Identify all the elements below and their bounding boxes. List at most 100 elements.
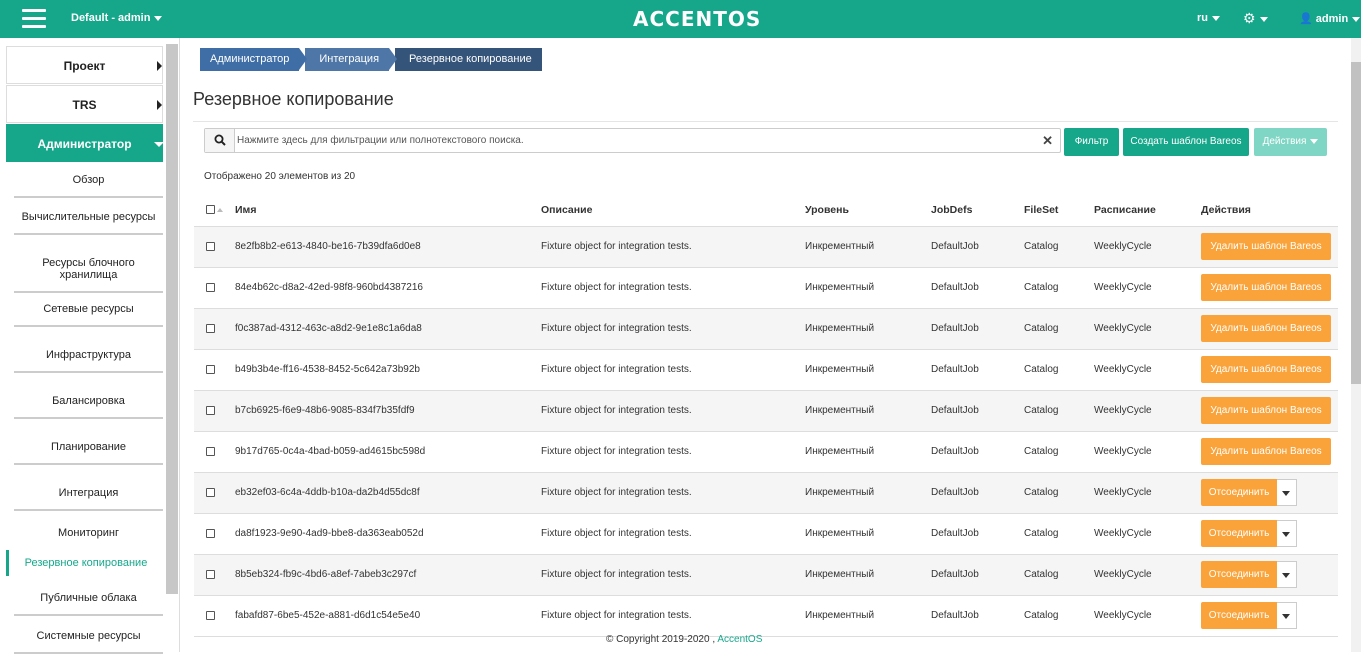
create-bareos-template-button[interactable]: Создать шаблон Bareos <box>1123 128 1249 156</box>
sidebar-scrollbar[interactable] <box>166 44 178 594</box>
cell-name: 9b17d765-0c4a-4bad-b059-ad4615bc598d <box>235 431 541 473</box>
divider <box>193 121 1338 122</box>
sidebar-section-project[interactable]: Проект <box>6 46 163 84</box>
main-scrollbar-thumb[interactable] <box>1351 62 1361 384</box>
sidebar-section-admin[interactable]: Администратор <box>6 124 164 162</box>
chevron-right-icon <box>157 61 162 71</box>
row-checkbox[interactable] <box>206 241 215 251</box>
sidebar-item-overview[interactable]: Обзор <box>14 174 163 198</box>
detach-button[interactable]: Отсоединить <box>1201 602 1277 629</box>
cell-level: Инкрементный <box>805 554 931 596</box>
sidebar-item-monitoring[interactable]: Мониторинг <box>14 527 163 549</box>
column-header-schedule[interactable]: Расписание <box>1094 194 1201 227</box>
row-checkbox[interactable] <box>206 446 215 456</box>
row-select-cell <box>194 472 235 514</box>
row-select-cell <box>194 267 235 309</box>
row-select-cell <box>194 349 235 391</box>
cell-schedule: WeeklyCycle <box>1094 226 1201 268</box>
gear-icon: ⚙ <box>1243 10 1256 26</box>
row-actions-dropdown[interactable] <box>1277 602 1297 629</box>
cell-actions: Удалить шаблон Bareos <box>1201 390 1338 432</box>
delete-bareos-template-button[interactable]: Удалить шаблон Bareos <box>1201 233 1331 260</box>
delete-bareos-template-button[interactable]: Удалить шаблон Bareos <box>1201 397 1331 424</box>
table-row: da8f1923-9e90-4ad9-bbe8-da363eab052d Fixt… <box>194 513 1338 555</box>
row-checkbox[interactable] <box>206 610 215 620</box>
cell-schedule: WeeklyCycle <box>1094 390 1201 432</box>
column-header-level[interactable]: Уровень <box>805 194 931 227</box>
actions-dropdown-button[interactable]: Действия <box>1254 128 1327 156</box>
delete-bareos-template-button[interactable]: Удалить шаблон Bareos <box>1201 274 1331 301</box>
sidebar-item-planning[interactable]: Планирование <box>14 441 163 465</box>
row-checkbox[interactable] <box>206 364 215 374</box>
sidebar-item-infrastructure[interactable]: Инфраструктура <box>14 349 163 373</box>
project-selector[interactable]: Default - admin <box>71 12 163 24</box>
cell-level: Инкрементный <box>805 349 931 391</box>
cell-actions: Отсоединить <box>1201 595 1338 637</box>
column-header-fileset[interactable]: FileSet <box>1024 194 1094 227</box>
cell-description: Fixture object for integration tests. <box>541 513 805 555</box>
detach-button[interactable]: Отсоединить <box>1201 479 1277 506</box>
delete-bareos-template-button[interactable]: Удалить шаблон Bareos <box>1201 356 1331 383</box>
row-actions-dropdown[interactable] <box>1277 520 1297 547</box>
row-checkbox[interactable] <box>206 323 215 333</box>
cell-level: Инкрементный <box>805 390 931 432</box>
sidebar-item-public-clouds[interactable]: Публичные облака <box>14 592 163 616</box>
settings-menu[interactable]: ⚙ <box>1243 10 1268 27</box>
sidebar-section-trs[interactable]: TRS <box>6 85 163 123</box>
sidebar-item-network[interactable]: Сетевые ресурсы <box>14 303 163 327</box>
row-select-cell <box>194 308 235 350</box>
project-selector-label: Default - admin <box>71 12 151 24</box>
table-row: b49b3b4e-ff16-4538-8452-5c642a73b92b Fixt… <box>194 349 1338 391</box>
sidebar-item-integration[interactable]: Интеграция <box>14 487 163 511</box>
sidebar-item-backup[interactable]: Резервное копирование <box>6 550 163 576</box>
table-row: eb32ef03-6c4a-4ddb-b10a-da2b4d55dc8f Fixt… <box>194 472 1338 514</box>
cell-description: Fixture object for integration tests. <box>541 349 805 391</box>
cell-name: 84e4b62c-d8a2-42ed-98f8-960bd4387216 <box>235 267 541 309</box>
menu-toggle-icon[interactable] <box>22 9 46 29</box>
search-button[interactable] <box>205 129 235 152</box>
row-select-cell <box>194 431 235 473</box>
row-checkbox[interactable] <box>206 405 215 415</box>
sidebar-item-block-storage[interactable]: Ресурсы блочного хранилища <box>14 257 163 293</box>
user-menu[interactable]: 👤 admin <box>1299 12 1361 25</box>
cell-jobdefs: DefaultJob <box>931 349 1024 391</box>
accentos-link[interactable]: AccentOS <box>717 634 762 645</box>
breadcrumb-item[interactable]: Администратор <box>200 48 308 71</box>
cell-actions: Удалить шаблон Bareos <box>1201 308 1338 350</box>
column-header-description[interactable]: Описание <box>541 194 805 227</box>
sidebar-item-compute[interactable]: Вычислительные ресурсы <box>14 211 163 235</box>
logo: ACCENTOS <box>633 7 762 31</box>
cell-fileset: Catalog <box>1024 431 1094 473</box>
filter-button[interactable]: Фильтр <box>1064 128 1119 156</box>
cell-description: Fixture object for integration tests. <box>541 390 805 432</box>
detach-button[interactable]: Отсоединить <box>1201 520 1277 547</box>
sidebar-section-label: Администратор <box>37 137 132 151</box>
chevron-down-icon <box>1212 15 1220 21</box>
row-checkbox[interactable] <box>206 282 215 292</box>
delete-bareos-template-button[interactable]: Удалить шаблон Bareos <box>1201 315 1331 342</box>
column-header-jobdefs[interactable]: JobDefs <box>931 194 1024 227</box>
sidebar-item-balancing[interactable]: Балансировка <box>14 395 163 419</box>
chevron-down-icon <box>1352 16 1361 22</box>
row-checkbox[interactable] <box>206 569 215 579</box>
breadcrumb-item[interactable]: Интеграция <box>305 48 397 71</box>
row-actions-dropdown[interactable] <box>1277 561 1297 588</box>
table-row: 84e4b62c-d8a2-42ed-98f8-960bd4387216 Fixt… <box>194 267 1338 309</box>
search-input[interactable] <box>237 130 1037 151</box>
cell-name: 8b5eb324-fb9c-4bd6-a8ef-7abeb3c297cf <box>235 554 541 596</box>
column-header-name[interactable]: Имя <box>235 194 541 227</box>
cell-fileset: Catalog <box>1024 226 1094 268</box>
row-checkbox[interactable] <box>206 528 215 538</box>
cell-fileset: Catalog <box>1024 267 1094 309</box>
row-checkbox[interactable] <box>206 487 215 497</box>
row-actions-dropdown[interactable] <box>1277 479 1297 506</box>
language-selector[interactable]: ru <box>1197 12 1220 24</box>
search-bar: ✕ <box>204 128 1061 153</box>
sidebar-item-system-resources[interactable]: Системные ресурсы <box>14 630 163 654</box>
delete-bareos-template-button[interactable]: Удалить шаблон Bareos <box>1201 438 1331 465</box>
cell-actions: Удалить шаблон Bareos <box>1201 226 1338 268</box>
select-all-checkbox[interactable] <box>206 205 215 215</box>
close-icon[interactable]: ✕ <box>1042 133 1053 149</box>
detach-button[interactable]: Отсоединить <box>1201 561 1277 588</box>
language-label: ru <box>1197 12 1208 24</box>
